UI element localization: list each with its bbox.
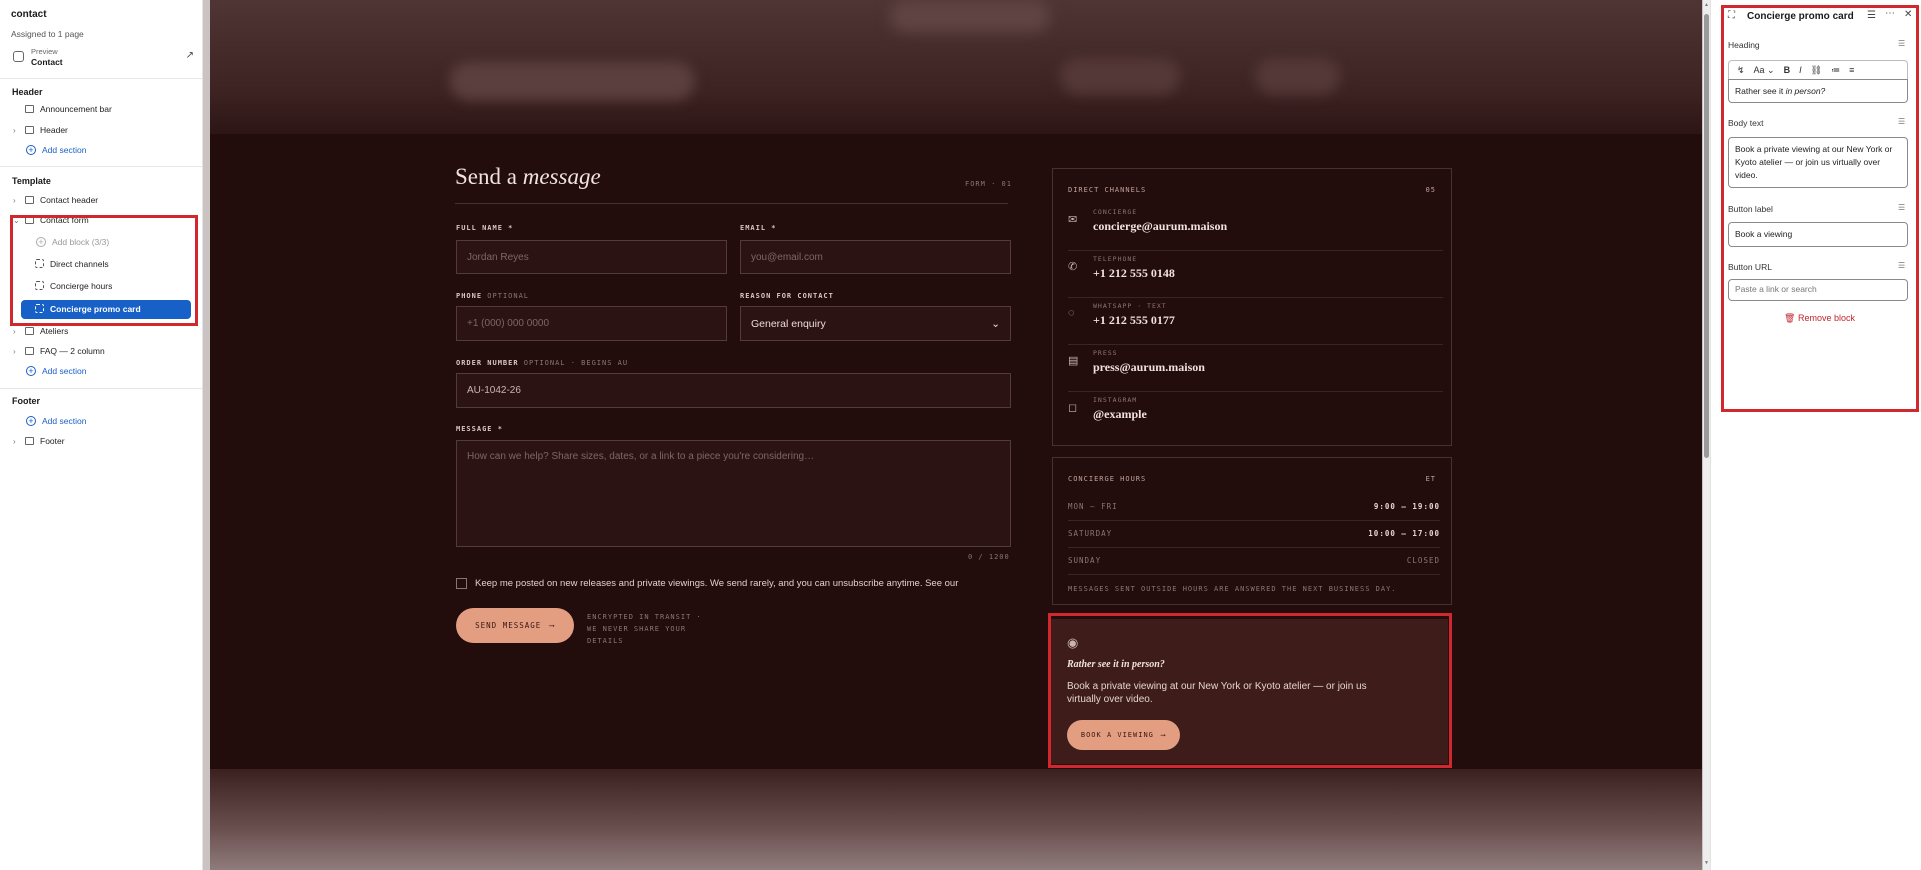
plus-circle-icon: +: [26, 366, 36, 376]
preview-page: Contact: [31, 57, 63, 67]
newsletter-checkbox[interactable]: [456, 578, 467, 589]
divider: [0, 388, 202, 389]
section-ateliers[interactable]: › Ateliers: [13, 326, 68, 342]
channel-instagram[interactable]: ◻ INSTAGRAM @example: [1068, 392, 1443, 439]
preview-scrollbar[interactable]: ▲ ▼: [1703, 0, 1710, 870]
plus-circle-icon: +: [26, 416, 36, 426]
hours-timezone: ET: [1425, 475, 1436, 483]
instagram-icon: ◻: [1068, 402, 1078, 414]
group-header: Header: [12, 87, 43, 97]
blurred-footer: [210, 769, 1702, 870]
order-label: ORDER NUMBER OPTIONAL · BEGINS AU: [456, 359, 629, 367]
hours-row: MON – FRI 9:00 – 19:00: [1068, 494, 1440, 521]
form-heading: Send a message: [455, 164, 601, 189]
highlight-settings-panel: [1721, 5, 1919, 412]
direct-channels-card: DIRECT CHANNELS 05 ✉ CONCIERGE concierge…: [1052, 168, 1452, 446]
channel-telephone[interactable]: ✆ TELEPHONE +1 212 555 0148: [1068, 251, 1443, 298]
channel-whatsapp[interactable]: ◌ WHATSAPP · TEXT +1 212 555 0177: [1068, 298, 1443, 345]
page-icon: [13, 51, 24, 62]
section-announcement-bar[interactable]: Announcement bar: [13, 104, 112, 120]
preview-label: Preview: [31, 47, 58, 56]
preview-canvas: Send a message FORM · 01 FULL NAME * Jor…: [203, 0, 1710, 870]
char-counter: 0 / 1200: [968, 553, 1010, 561]
section-icon: [25, 347, 34, 355]
group-footer: Footer: [12, 396, 40, 406]
external-link-icon[interactable]: ↗: [186, 50, 194, 61]
arrow-right-icon: ⟶: [549, 621, 555, 630]
divider: [0, 166, 202, 167]
chevron-down-icon: ⌄: [991, 317, 1000, 330]
add-section-header[interactable]: + Add section: [13, 145, 86, 161]
chevron-right-icon: ›: [13, 347, 16, 356]
mail-icon: ✉: [1068, 214, 1078, 226]
divider: [0, 78, 202, 79]
block-settings-panel: ⛶ Concierge promo card ☰ ⋯ ✕ Heading ☰ ↯…: [1710, 0, 1921, 870]
section-faq[interactable]: › FAQ — 2 column: [13, 346, 105, 362]
add-section-template[interactable]: + Add section: [13, 366, 86, 382]
phone-icon: ✆: [1068, 261, 1078, 273]
channel-press[interactable]: ▤ PRESS press@aurum.maison: [1068, 345, 1443, 392]
chevron-right-icon: ›: [13, 437, 16, 446]
divider: [455, 203, 1008, 204]
newsletter-label: Keep me posted on new releases and priva…: [475, 578, 959, 589]
section-icon: [25, 327, 34, 335]
highlight-promo-card: [1048, 613, 1452, 768]
scroll-down-icon[interactable]: ▼: [1703, 860, 1710, 866]
reason-label: REASON FOR CONTACT: [740, 292, 834, 300]
full-name-input[interactable]: Jordan Reyes: [456, 240, 727, 274]
section-icon: [25, 437, 34, 445]
section-icon: [25, 126, 34, 134]
message-label: MESSAGE *: [456, 425, 503, 433]
full-name-label: FULL NAME *: [456, 224, 514, 232]
scroll-thumb[interactable]: [1704, 14, 1709, 458]
section-footer[interactable]: › Footer: [13, 436, 65, 452]
highlight-contact-form: [10, 215, 198, 326]
whatsapp-icon: ◌: [1068, 307, 1075, 319]
email-label: EMAIL *: [740, 224, 777, 232]
phone-input[interactable]: +1 (000) 000 0000: [456, 306, 727, 341]
order-number-input[interactable]: AU-1042-26: [456, 373, 1011, 408]
template-title: contact: [11, 9, 47, 20]
phone-label: PHONE OPTIONAL: [456, 292, 530, 300]
encrypted-note: ENCRYPTED IN TRANSIT · WE NEVER SHARE YO…: [587, 613, 702, 645]
preview-selector[interactable]: Preview Contact ↗: [10, 46, 196, 70]
hours-title: CONCIERGE HOURS: [1068, 475, 1147, 483]
chevron-right-icon: ›: [13, 126, 16, 135]
sections-sidebar: contact Assigned to 1 page Preview Conta…: [0, 0, 203, 870]
channel-concierge[interactable]: ✉ CONCIERGE concierge@aurum.maison: [1068, 204, 1443, 251]
channels-title: DIRECT CHANNELS: [1068, 186, 1147, 194]
assigned-pages: Assigned to 1 page: [11, 29, 84, 39]
reason-select[interactable]: General enquiry ⌄: [740, 306, 1011, 341]
chevron-right-icon: ›: [13, 196, 16, 205]
form-tag: FORM · 01: [965, 180, 1012, 188]
send-message-button[interactable]: SEND MESSAGE ⟶: [456, 608, 574, 643]
message-textarea[interactable]: How can we help? Share sizes, dates, or …: [456, 440, 1011, 547]
channels-count: 05: [1425, 186, 1436, 194]
hours-row: SUNDAY CLOSED: [1068, 548, 1440, 575]
chevron-right-icon: ›: [13, 327, 16, 336]
section-icon: [25, 196, 34, 204]
site-preview: Send a message FORM · 01 FULL NAME * Jor…: [210, 0, 1702, 870]
concierge-hours-card: CONCIERGE HOURS ET MON – FRI 9:00 – 19:00…: [1052, 457, 1452, 605]
hours-note: MESSAGES SENT OUTSIDE HOURS ARE ANSWERED…: [1068, 585, 1397, 593]
section-icon: [25, 105, 34, 113]
group-template: Template: [12, 176, 51, 186]
email-input[interactable]: you@email.com: [740, 240, 1011, 274]
add-section-footer[interactable]: + Add section: [13, 416, 86, 432]
section-header[interactable]: › Header: [13, 125, 68, 141]
section-contact-header[interactable]: › Contact header: [13, 195, 98, 211]
scroll-up-icon[interactable]: ▲: [1703, 2, 1710, 8]
press-icon: ▤: [1068, 355, 1079, 367]
hours-row: SATURDAY 10:00 – 17:00: [1068, 521, 1440, 548]
plus-circle-icon: +: [26, 145, 36, 155]
blurred-header: [210, 0, 1702, 134]
